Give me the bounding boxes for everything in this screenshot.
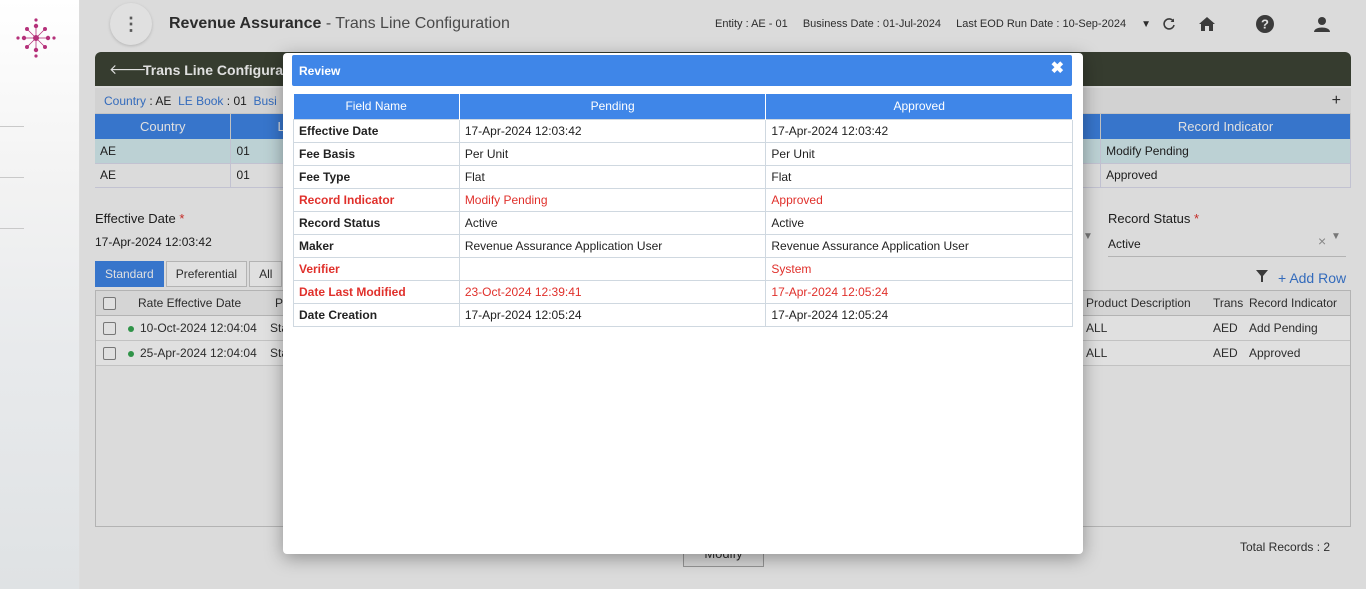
table-row: Date Creation 17-Apr-2024 12:05:24 17-Ap…	[293, 302, 1073, 327]
pending-value	[458, 256, 767, 281]
approved-value: Active	[765, 210, 1073, 235]
left-rail	[0, 0, 80, 589]
approved-value: Revenue Assurance Application User	[765, 233, 1073, 258]
approved-value: Per Unit	[765, 141, 1073, 166]
table-row: Fee Basis Per Unit Per Unit	[293, 141, 1073, 166]
approved-value: Approved	[765, 187, 1073, 212]
field-name: Date Last Modified	[293, 279, 460, 304]
pending-value: Revenue Assurance Application User	[458, 233, 767, 258]
column-header-approved: Approved	[765, 94, 1073, 119]
review-modal: Review ✖ Field Name Pending Approved Eff…	[283, 53, 1083, 554]
rail-divider	[0, 228, 24, 229]
pending-value: Per Unit	[458, 141, 767, 166]
table-row: Fee Type Flat Flat	[293, 164, 1073, 189]
column-header-pending: Pending	[459, 94, 767, 119]
modal-header: Review ✖	[292, 55, 1072, 86]
approved-value: 17-Apr-2024 12:05:24	[765, 302, 1073, 327]
approved-value: Flat	[765, 164, 1073, 189]
approved-value: System	[765, 256, 1073, 281]
modal-title: Review	[299, 64, 341, 78]
rail-divider	[0, 126, 24, 127]
table-row: Record Status Active Active	[293, 210, 1073, 235]
field-name: Fee Basis	[293, 141, 460, 166]
approved-value: 17-Apr-2024 12:03:42	[765, 118, 1073, 143]
approved-value: 17-Apr-2024 12:05:24	[765, 279, 1073, 304]
table-row: Maker Revenue Assurance Application User…	[293, 233, 1073, 258]
field-name: Record Status	[293, 210, 460, 235]
pending-value: 17-Apr-2024 12:03:42	[458, 118, 767, 143]
rail-divider	[0, 177, 24, 178]
table-row-changed: Date Last Modified 23-Oct-2024 12:39:41 …	[293, 279, 1073, 304]
review-table: Field Name Pending Approved Effective Da…	[293, 94, 1073, 327]
pending-value: Modify Pending	[458, 187, 767, 212]
pending-value: 23-Oct-2024 12:39:41	[458, 279, 767, 304]
field-name: Effective Date	[293, 118, 460, 143]
pending-value: 17-Apr-2024 12:05:24	[458, 302, 767, 327]
close-icon[interactable]: ✖	[1051, 61, 1064, 77]
column-header-field-name: Field Name	[293, 94, 460, 119]
app-logo-icon	[16, 18, 56, 58]
pending-value: Flat	[458, 164, 767, 189]
table-row: Effective Date 17-Apr-2024 12:03:42 17-A…	[293, 118, 1073, 143]
field-name: Date Creation	[293, 302, 460, 327]
table-row-changed: Record Indicator Modify Pending Approved	[293, 187, 1073, 212]
pending-value: Active	[458, 210, 767, 235]
field-name: Maker	[293, 233, 460, 258]
field-name: Verifier	[293, 256, 460, 281]
table-row-changed: Verifier System	[293, 256, 1073, 281]
field-name: Fee Type	[293, 164, 460, 189]
field-name: Record Indicator	[293, 187, 460, 212]
